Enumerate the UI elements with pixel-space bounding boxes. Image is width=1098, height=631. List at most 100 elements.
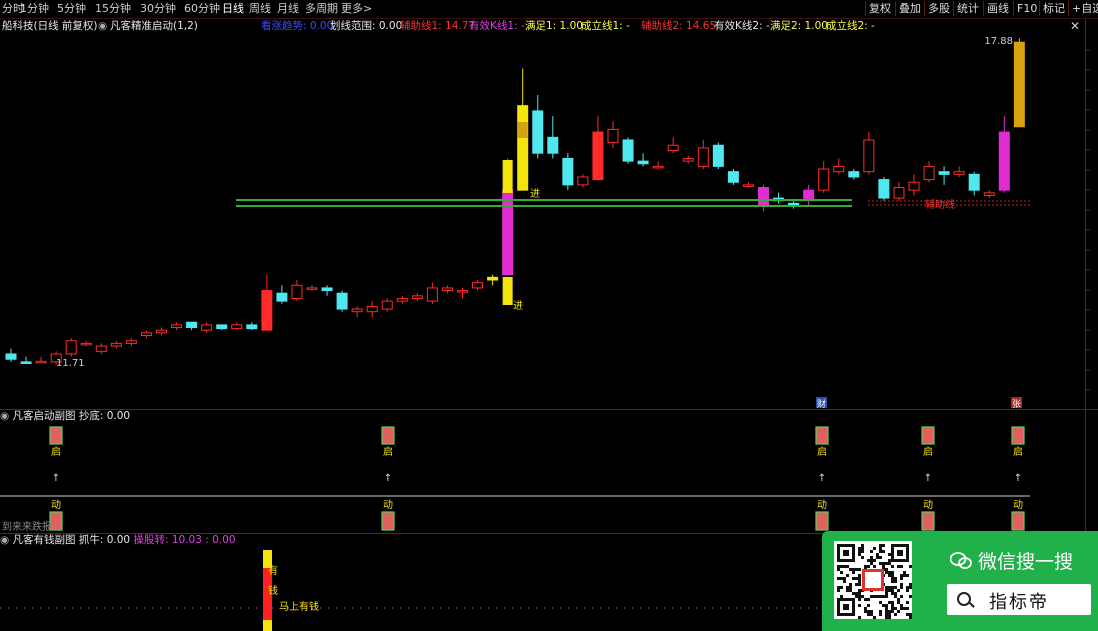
candle[interactable] [457, 287, 468, 299]
candle[interactable] [532, 95, 544, 159]
indicator-name[interactable]: 凡客精准启动(1,2) [110, 19, 198, 33]
candle[interactable] [607, 121, 619, 148]
entry-signal-label: 进 [530, 188, 540, 200]
candle[interactable] [622, 137, 634, 164]
tab-weekly[interactable]: 周线 [249, 2, 271, 16]
candle[interactable] [803, 184, 815, 207]
candle[interactable] [140, 330, 152, 339]
candle[interactable] [712, 142, 724, 170]
candle[interactable] [246, 322, 258, 331]
candle[interactable] [562, 153, 574, 191]
candle[interactable] [65, 338, 77, 357]
candle[interactable] [321, 285, 333, 296]
tab-15min[interactable]: 15分钟 [95, 2, 131, 16]
candle[interactable] [863, 132, 875, 175]
candle[interactable] [171, 322, 183, 331]
sub-panel-toggle-icon[interactable]: ◉ [0, 534, 9, 546]
restore-rights-button[interactable]: 复权 [865, 1, 894, 16]
candle[interactable] [998, 116, 1010, 193]
candle[interactable] [125, 338, 137, 347]
tab-multi-period[interactable]: 多周期 [305, 2, 338, 16]
move-label: 动 [51, 499, 61, 511]
draw-line-button[interactable]: 画线 [983, 1, 1012, 16]
candle[interactable] [908, 174, 920, 196]
candle-body [983, 192, 995, 196]
candle[interactable] [592, 116, 604, 181]
candle[interactable] [156, 327, 167, 336]
wechat-search-box[interactable]: 指标帝 [947, 584, 1091, 615]
tab-monthly[interactable]: 月线 [277, 2, 299, 16]
multi-stock-button[interactable]: 多股 [924, 1, 953, 16]
candle-body [216, 324, 228, 330]
candle[interactable] [20, 356, 32, 364]
candle[interactable] [983, 190, 995, 199]
candle[interactable] [411, 293, 423, 302]
overlay-button[interactable]: 叠加 [895, 1, 924, 16]
tab-60min[interactable]: 60分钟 [184, 2, 220, 16]
tab-more[interactable]: 更多> [341, 2, 372, 16]
candle[interactable] [833, 158, 845, 175]
wechat-search-banner[interactable]: 微信搜一搜 指标帝 [822, 531, 1098, 631]
tab-daily[interactable]: 日线 [222, 2, 244, 16]
candle[interactable] [878, 176, 890, 201]
candle[interactable] [818, 161, 830, 193]
candle[interactable] [1013, 38, 1025, 128]
candle[interactable] [923, 161, 935, 183]
candle[interactable] [291, 279, 303, 302]
sub-panel-1-chart[interactable]: 启 ↑ 动 启 ↑ 动 启 ↑ 动 启 ↑ 动 启 ↑ 动 到来来跌报 [0, 423, 1098, 533]
candle[interactable] [727, 169, 739, 185]
candle[interactable] [381, 298, 393, 312]
candle[interactable] [426, 282, 438, 304]
candle[interactable] [80, 340, 92, 347]
candlestick-chart[interactable]: 17.88 11.71 进 进 辅助线 财 张 [0, 33, 1098, 409]
candle[interactable] [276, 285, 288, 304]
candle[interactable] [396, 295, 408, 304]
tab-30min[interactable]: 30分钟 [140, 2, 176, 16]
tab-5min[interactable]: 5分钟 [57, 2, 86, 16]
f10-button[interactable]: F10 [1013, 1, 1040, 16]
add-watchlist-button[interactable]: +自选 [1068, 1, 1098, 16]
candle[interactable] [547, 116, 559, 159]
candle[interactable] [216, 324, 228, 331]
candle[interactable] [261, 274, 273, 331]
candle[interactable] [682, 155, 694, 164]
candle[interactable] [697, 139, 709, 170]
candle[interactable] [848, 169, 860, 180]
candle[interactable] [231, 322, 243, 331]
statistics-button[interactable]: 统计 [953, 1, 982, 16]
candle[interactable] [95, 343, 107, 354]
candle[interactable] [968, 171, 980, 196]
mark-button[interactable]: 标记 [1039, 1, 1068, 16]
candle[interactable] [487, 274, 499, 286]
candle[interactable] [186, 321, 198, 331]
candle[interactable] [893, 182, 905, 201]
candle[interactable] [306, 285, 318, 291]
start-signal-bar [1011, 426, 1025, 445]
candle[interactable] [110, 340, 122, 349]
candle[interactable] [667, 137, 679, 154]
indicator-toggle-icon[interactable]: ◉ [98, 19, 107, 33]
tab-1min[interactable]: 1分钟 [20, 2, 49, 16]
candle[interactable] [472, 279, 484, 291]
candle[interactable] [366, 301, 378, 317]
candle[interactable] [788, 200, 800, 209]
candle[interactable] [441, 285, 453, 294]
candle[interactable] [758, 184, 769, 212]
candle[interactable] [742, 182, 754, 188]
sub-panel-2-name[interactable]: 凡客有钱副图 [13, 534, 76, 546]
candle[interactable] [5, 348, 17, 362]
candle[interactable] [938, 166, 950, 185]
sub-panel-1-name[interactable]: 凡客启动副图 [13, 410, 76, 422]
candle[interactable] [953, 166, 965, 177]
candle[interactable] [773, 192, 785, 204]
sub-panel-toggle-icon[interactable]: ◉ [0, 410, 9, 422]
wechat-icon [949, 552, 972, 570]
candle[interactable] [577, 174, 589, 188]
candle[interactable] [35, 356, 47, 364]
candle[interactable] [652, 161, 664, 170]
candle[interactable] [637, 153, 649, 167]
candle[interactable] [201, 322, 213, 333]
close-icon[interactable]: ✕ [1070, 19, 1080, 33]
candle[interactable] [351, 306, 363, 317]
candle[interactable] [336, 290, 348, 312]
